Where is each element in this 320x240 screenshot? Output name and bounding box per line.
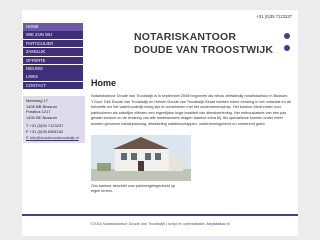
nav-item-zakelijk[interactable]: Zakelijk — [23, 48, 83, 56]
sidebar-nav: Home Wie zijn wij Particulier Zakelijk O… — [23, 23, 83, 90]
nav-item-nieuws[interactable]: Nieuws — [23, 64, 83, 73]
logo-dot-icon — [284, 45, 290, 51]
nav-item-home[interactable]: Home — [23, 23, 83, 31]
nav-item-particulier[interactable]: Particulier — [23, 39, 83, 48]
logo-line-1: NOTARISKANTOOR — [134, 31, 237, 43]
footer-text: ©2016 Notariskantoor Doude van Troostwij… — [90, 222, 206, 226]
address-box: Meerweg 17 1405 BB Bussum Postbus 1217 1… — [23, 96, 85, 144]
photo-caption: Ons kantoor beschikt over parkeergelegen… — [91, 184, 176, 194]
office-photo — [91, 135, 191, 181]
nav-item-offerte[interactable]: Offerte — [23, 56, 83, 65]
site-logo[interactable]: NOTARISKANTOOR DOUDE VAN TROOSTWIJK — [134, 31, 294, 61]
intro-text: Notariskantoor Doude van Troostwijk is i… — [91, 94, 291, 126]
logo-dot-icon — [284, 33, 290, 39]
footer-link[interactable]: Anydazdoo.nl — [206, 222, 229, 226]
header-phone: +31 (0)35 7123237 — [256, 14, 292, 19]
office-building-image — [91, 135, 191, 181]
address-email-link[interactable]: E info@doudevantroostwijk.nl — [26, 135, 83, 141]
nav-item-contact[interactable]: Contact — [23, 81, 83, 90]
main-content: Home Notariskantoor Doude van Troostwijk… — [91, 78, 291, 128]
logo-line-2: DOUDE VAN TROOSTWIJK — [134, 44, 274, 56]
page-container: +31 (0)35 7123237 NOTARISKANTOOR DOUDE V… — [22, 10, 298, 236]
nav-item-links[interactable]: Links — [23, 73, 83, 81]
footer: ©2016 Notariskantoor Doude van Troostwij… — [22, 214, 298, 234]
nav-item-wie-zijn-wij[interactable]: Wie zijn wij — [23, 31, 83, 39]
page-title: Home — [91, 78, 117, 88]
